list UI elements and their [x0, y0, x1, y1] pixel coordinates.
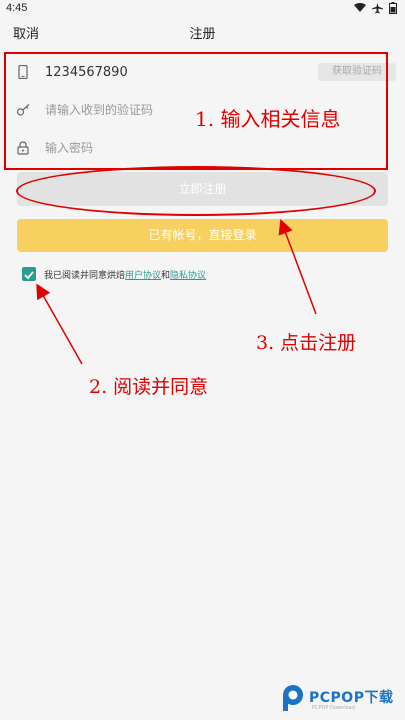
password-input[interactable]	[43, 140, 277, 156]
check-icon	[24, 271, 34, 280]
status-icons	[354, 2, 397, 14]
pcpop-logo-icon	[283, 685, 303, 711]
login-button[interactable]: 已有帐号，直接登录	[17, 219, 388, 252]
privacy-policy-link[interactable]: 隐私协议	[170, 271, 206, 281]
page-title: 注册	[189, 27, 216, 42]
watermark-logo: PCPOP下载 PCPOP Download	[281, 683, 401, 715]
get-code-button[interactable]: 获取验证码	[318, 63, 396, 81]
status-bar: 4:45	[0, 0, 405, 18]
watermark-brand: PCPOP下载	[309, 690, 394, 706]
register-button[interactable]: 立即注册	[17, 172, 388, 206]
agreement-prefix: 我已阅读并同意烘焙	[44, 270, 126, 281]
password-row	[8, 130, 388, 166]
phone-icon	[18, 65, 28, 79]
battery-icon	[389, 2, 397, 14]
phone-input[interactable]	[43, 63, 277, 81]
annotation-step3: 3. 点击注册	[256, 332, 357, 354]
phone-row: 获取验证码	[8, 54, 396, 90]
agreement-text: 我已阅读并同意烘焙用户协议和隐私协议	[44, 268, 206, 281]
wifi-icon	[354, 3, 366, 12]
agree-checkbox[interactable]	[22, 267, 36, 281]
user-agreement-link[interactable]: 用户协议	[125, 271, 161, 281]
arrow-to-checkbox	[36, 283, 83, 365]
annotation-step2: 2. 阅读并同意	[89, 376, 209, 398]
agreement-row: 我已阅读并同意烘焙用户协议和隐私协议	[22, 266, 206, 282]
airplane-icon	[372, 2, 383, 14]
status-time: 4:45	[6, 2, 28, 14]
annotation-step1: 1. 输入相关信息	[195, 107, 341, 131]
agreement-conjunction: 和	[161, 270, 171, 281]
watermark-sub: PCPOP Download	[312, 705, 355, 711]
key-icon	[16, 104, 30, 116]
nav-bar: 取消 注册	[0, 18, 405, 46]
lock-icon	[17, 141, 29, 155]
